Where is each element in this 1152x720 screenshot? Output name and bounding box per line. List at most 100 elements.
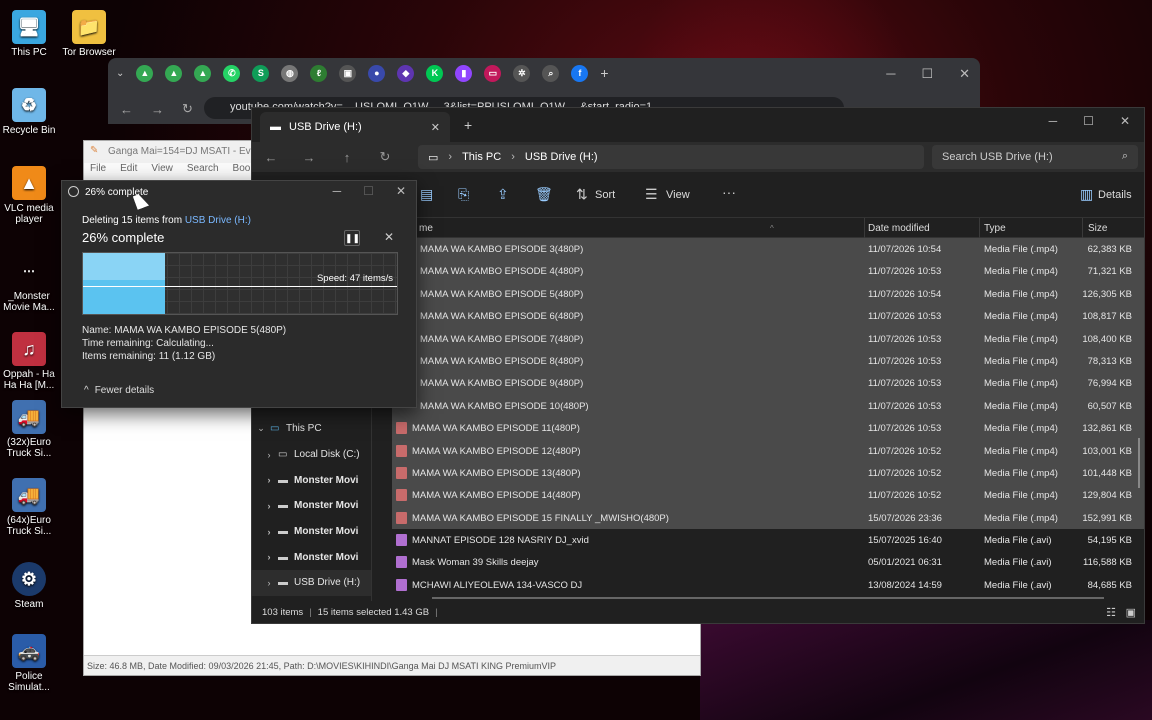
column-separator[interactable] — [864, 218, 865, 238]
nav-item-monster-movi-1[interactable]: › ▬ Monster Movi — [252, 467, 371, 493]
menu-edit[interactable]: Edit — [120, 163, 137, 179]
address-bar[interactable]: ▭ › This PC › USB Drive (H:) — [418, 145, 924, 169]
file-row[interactable]: MAMA WA KAMBO EPISODE 5(480P) 11/07/2026 … — [392, 282, 1144, 306]
settings-icon[interactable]: ✲ — [513, 64, 531, 82]
file-row[interactable]: MAMA WA KAMBO EPISODE 6(480P) 11/07/2026 … — [392, 305, 1144, 328]
back-icon[interactable]: ← — [120, 102, 133, 117]
menu-search[interactable]: Search — [187, 163, 219, 179]
nav-item-local-disk[interactable]: › ▭ Local Disk (C:) — [252, 442, 371, 468]
cancel-icon[interactable]: ✕ — [384, 230, 394, 244]
details-view-icon[interactable]: ☷ — [1106, 606, 1116, 619]
whatsapp-icon[interactable]: ✆ — [223, 64, 241, 82]
chevron-right-icon[interactable]: › — [260, 475, 278, 485]
pause-button[interactable]: ❚❚ — [344, 230, 360, 246]
desktop-icon-monster-movie[interactable]: ⋯ _Monster Movie Ma... — [0, 254, 60, 314]
column-type[interactable]: Type — [984, 223, 1006, 234]
new-tab-button[interactable]: + — [464, 117, 472, 133]
new-tab-button[interactable]: + — [600, 65, 608, 81]
forward-icon[interactable]: → — [151, 102, 164, 117]
close-icon[interactable]: ✕ — [1120, 114, 1130, 128]
file-row[interactable]: MAMA WA KAMBO EPISODE 11(480P) 11/07/2026… — [392, 417, 1144, 440]
file-row[interactable]: MAMA WA KAMBO EPISODE 4(480P) 11/07/2026 … — [392, 260, 1144, 283]
chevron-down-icon[interactable]: ⌄ — [252, 423, 270, 434]
file-row[interactable]: MAMA WA KAMBO EPISODE 13(480P) 11/07/2026… — [392, 461, 1144, 485]
fewer-details-button[interactable]: ^ Fewer details — [84, 385, 154, 396]
desktop-icon-euro-truck-64[interactable]: 🚚 (64x)Euro Truck Si... — [0, 478, 60, 537]
sort-button[interactable]: Sort — [595, 189, 615, 201]
menu-file[interactable]: File — [90, 163, 106, 179]
globe-icon[interactable]: ◍ — [281, 64, 299, 82]
file-row[interactable]: MAMA WA KAMBO EPISODE 3(480P) 11/07/2026 … — [392, 238, 1144, 261]
operation-target-link[interactable]: USB Drive (H:) — [185, 215, 251, 226]
nav-item-monster-movi-4[interactable]: › ▬ Monster Movi — [252, 544, 371, 570]
tiles-view-icon[interactable]: ▣ — [1126, 606, 1136, 619]
up-icon[interactable]: ↑ — [328, 150, 366, 165]
file-row[interactable]: MAMA WA KAMBO EPISODE 15 FINALLY _MWISHO… — [392, 506, 1144, 530]
file-row[interactable]: MAMA WA KAMBO EPISODE 14(480P) 11/07/2026… — [392, 484, 1144, 507]
more-options-icon[interactable]: ··· — [722, 184, 736, 200]
chevron-right-icon[interactable]: › — [260, 552, 278, 562]
vertical-scrollbar[interactable] — [1138, 438, 1140, 488]
file-row[interactable]: Mask Woman 39 Skills deejay 05/01/2021 06… — [392, 551, 1144, 573]
file-row[interactable]: MAMA WA KAMBO EPISODE 7(480P) 11/07/2026 … — [392, 327, 1144, 350]
file-row[interactable]: MAMA WA KAMBO EPISODE 10(480P) 11/07/2026… — [392, 394, 1144, 418]
minimize-icon[interactable]: ─ — [886, 66, 895, 82]
explorer-tab[interactable]: ▬ USB Drive (H:) ✕ — [260, 112, 450, 142]
tab-search-icon[interactable]: ⌄ — [116, 68, 124, 79]
chevron-right-icon[interactable]: › — [260, 578, 278, 588]
column-separator[interactable] — [979, 218, 980, 238]
desktop-icon-this-pc[interactable]: 🖥 This PC — [0, 10, 60, 58]
drive-icon[interactable]: ▲ — [165, 64, 183, 82]
desktop-icon-vlc[interactable]: ▲ VLC media player — [0, 166, 60, 225]
kick-icon[interactable]: K — [426, 64, 444, 82]
drive-icon[interactable]: ▲ — [194, 64, 212, 82]
nav-item-monster-movi-2[interactable]: › ▬ Monster Movi — [252, 493, 371, 519]
desktop-icon-tor-browser[interactable]: 📁 Tor Browser — [58, 10, 120, 58]
column-separator[interactable] — [1082, 218, 1083, 238]
app-icon[interactable]: ● — [368, 64, 386, 82]
twitch-icon[interactable]: ▮ — [455, 64, 473, 82]
minimize-icon[interactable]: ─ — [1049, 114, 1058, 128]
desktop-icon-police-sim[interactable]: 🚓 Police Simulat... — [0, 634, 60, 693]
nav-item-this-pc[interactable]: ⌄ ▭ This PC — [252, 416, 371, 442]
drive-icon[interactable]: ▲ — [136, 64, 154, 82]
desktop-icon-steam[interactable]: ⚙ Steam — [0, 562, 60, 610]
details-button[interactable]: Details — [1098, 189, 1132, 201]
close-icon[interactable]: ✕ — [959, 66, 970, 82]
minimize-icon[interactable]: ─ — [333, 184, 342, 198]
chevron-right-icon[interactable]: › — [260, 501, 278, 511]
file-row[interactable]: MANNAT EPISODE 128 NASRIY DJ_xvid 15/07/2… — [392, 529, 1144, 551]
search-icon[interactable]: ⌕ — [542, 64, 560, 82]
facebook-icon[interactable]: f — [571, 64, 589, 82]
column-date-modified[interactable]: Date modified — [868, 223, 930, 234]
maximize-icon[interactable]: ☐ — [1083, 114, 1094, 128]
view-button[interactable]: View — [666, 189, 690, 201]
chevron-right-icon[interactable]: › — [260, 527, 278, 537]
sheets-icon[interactable]: S — [252, 64, 270, 82]
maximize-icon[interactable]: ☐ — [921, 66, 933, 82]
menu-view[interactable]: View — [151, 163, 173, 179]
app-icon[interactable]: ◆ — [397, 64, 415, 82]
desktop-icon-euro-truck-32[interactable]: 🚚 (32x)Euro Truck Si... — [0, 400, 60, 459]
desktop-icon-recycle-bin[interactable]: ♻ Recycle Bin — [0, 88, 60, 136]
reload-icon[interactable]: ↻ — [182, 101, 193, 117]
file-row[interactable]: MAMA WA KAMBO EPISODE 9(480P) 11/07/2026 … — [392, 372, 1144, 395]
desktop-icon-oppah[interactable]: ♫ Oppah - Ha Ha Ha [M... — [0, 332, 60, 391]
nav-item-monster-movi-3[interactable]: › ▬ Monster Movi — [252, 519, 371, 545]
file-row[interactable]: MAMA WA KAMBO EPISODE 12(480P) 11/07/2026… — [392, 439, 1144, 462]
breadcrumb-this-pc[interactable]: This PC — [462, 151, 501, 163]
horizontal-scrollbar[interactable] — [432, 597, 1104, 599]
breadcrumb-usb-drive[interactable]: USB Drive (H:) — [525, 151, 598, 163]
back-icon[interactable]: ← — [252, 150, 290, 165]
forward-icon[interactable]: → — [290, 150, 328, 165]
column-size[interactable]: Size — [1088, 223, 1107, 234]
share-icon[interactable]: ⇪ — [497, 186, 509, 203]
paste-icon[interactable]: ▤ — [420, 186, 433, 203]
leaf-icon[interactable]: ℓ — [310, 64, 328, 82]
column-name[interactable]: me — [419, 223, 433, 234]
chevron-right-icon[interactable]: › — [260, 450, 278, 460]
file-row[interactable]: MCHAWI ALIYEOLEWA 134-VASCO DJ 13/08/2024… — [392, 574, 1144, 596]
close-icon[interactable]: ✕ — [396, 184, 406, 198]
close-tab-icon[interactable]: ✕ — [431, 121, 440, 134]
file-row[interactable]: MAMA WA KAMBO EPISODE 8(480P) 11/07/2026 … — [392, 349, 1144, 373]
